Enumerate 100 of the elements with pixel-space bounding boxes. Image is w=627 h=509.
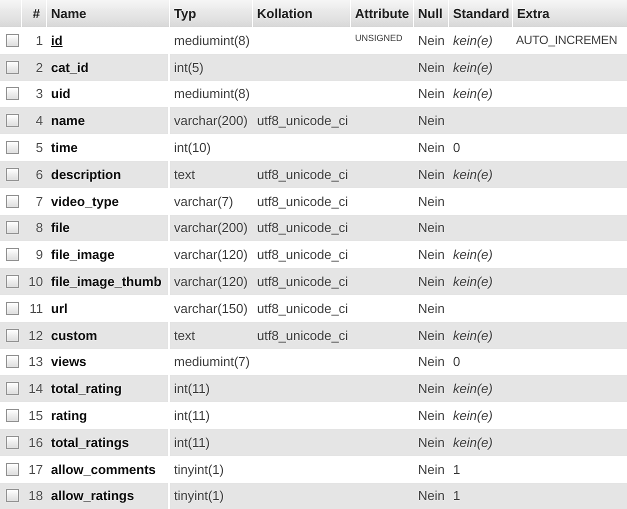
field-type: mediumint(8)	[174, 32, 250, 48]
row-number: 4	[36, 113, 43, 128]
field-name: name	[51, 113, 85, 128]
field-null: Nein	[418, 300, 445, 316]
field-default: kein(e)	[453, 60, 493, 75]
field-type: varchar(200)	[174, 220, 248, 236]
field-name: uid	[51, 86, 70, 102]
row-number: 16	[28, 434, 43, 450]
field-name: url	[51, 300, 68, 316]
field-null: Nein	[418, 60, 445, 75]
field-collation: utf8_unicode_ci	[257, 194, 348, 209]
row-checkbox[interactable]	[6, 436, 19, 449]
row-checkbox[interactable]	[6, 194, 19, 208]
row-checkbox[interactable]	[6, 168, 19, 181]
field-null: Nein	[418, 408, 445, 424]
field-name: file_image	[51, 247, 115, 262]
field-null: Nein	[418, 86, 445, 102]
field-type: text	[174, 328, 195, 343]
field-default: kein(e)	[453, 381, 493, 396]
row-checkbox[interactable]	[6, 221, 19, 234]
column-header[interactable]: Name	[47, 0, 170, 27]
field-name: cat_id	[51, 60, 89, 75]
field-null: Nein	[418, 140, 445, 156]
row-number: 17	[28, 462, 43, 477]
row-checkbox[interactable]	[6, 382, 19, 396]
field-null: Nein	[418, 113, 445, 128]
field-name: total_rating	[51, 381, 122, 396]
field-collation: utf8_unicode_ci	[257, 328, 348, 343]
field-type: mediumint(8)	[174, 86, 250, 102]
field-name: video_type	[51, 194, 119, 209]
field-type: varchar(7)	[174, 194, 234, 209]
field-collation: utf8_unicode_ci	[257, 274, 348, 290]
field-null: Nein	[418, 488, 445, 504]
field-default: 1	[453, 462, 460, 477]
column-header[interactable]: Typ	[170, 0, 253, 27]
row-checkbox[interactable]	[6, 489, 19, 502]
field-collation: utf8_unicode_ci	[257, 247, 348, 262]
field-default: kein(e)	[453, 247, 493, 262]
field-name: custom	[51, 328, 98, 343]
field-type: mediumint(7)	[174, 354, 250, 370]
column-header[interactable]: Kollation	[253, 0, 351, 27]
field-default: kein(e)	[453, 166, 493, 182]
row-checkbox[interactable]	[6, 355, 19, 368]
field-null: Nein	[418, 32, 445, 48]
column-header[interactable]: Null	[414, 0, 449, 27]
field-null: Nein	[418, 328, 445, 343]
column-header[interactable]: #	[22, 0, 47, 27]
field-default: 0	[453, 354, 460, 370]
row-checkbox[interactable]	[6, 462, 19, 476]
field-name: total_ratings	[51, 434, 130, 450]
field-type: varchar(150)	[174, 300, 248, 316]
row-checkbox[interactable]	[6, 328, 19, 342]
row-checkbox[interactable]	[6, 409, 19, 422]
field-default: kein(e)	[453, 434, 493, 450]
field-null: Nein	[418, 462, 445, 477]
column-header[interactable]: Attribute	[351, 0, 414, 27]
row-checkbox[interactable]	[6, 275, 19, 288]
field-name: description	[51, 166, 122, 182]
field-name: views	[51, 354, 86, 370]
field-attribute: UNSIGNED	[355, 33, 403, 43]
row-checkbox[interactable]	[6, 141, 19, 154]
row-checkbox[interactable]	[6, 87, 19, 100]
row-number: 7	[36, 194, 43, 209]
row-number: 10	[28, 274, 43, 290]
row-number: 1	[36, 32, 43, 48]
field-name: file_image_thumb	[51, 274, 162, 290]
row-number: 5	[36, 140, 43, 156]
field-type: varchar(120)	[174, 247, 248, 262]
column-header[interactable]: Extra	[513, 0, 627, 27]
row-number: 11	[30, 300, 43, 316]
field-null: Nein	[418, 247, 445, 262]
field-null: Nein	[418, 381, 445, 396]
row-number: 9	[36, 247, 43, 262]
row-checkbox[interactable]	[6, 302, 19, 315]
field-default: kein(e)	[453, 32, 493, 48]
field-collation: utf8_unicode_ci	[257, 166, 348, 182]
field-name: rating	[51, 408, 88, 424]
field-name: file	[51, 220, 70, 236]
field-name: allow_comments	[51, 462, 156, 477]
field-type: int(5)	[174, 60, 204, 75]
row-number: 6	[36, 166, 43, 182]
row-number: 13	[28, 354, 43, 370]
row-number: 15	[28, 408, 43, 424]
column-header[interactable]: Standard	[449, 0, 513, 27]
row-checkbox[interactable]	[6, 248, 19, 262]
row-number: 14	[28, 381, 43, 396]
row-checkbox[interactable]	[6, 114, 19, 128]
field-name: id	[51, 32, 63, 48]
row-number: 2	[36, 60, 43, 75]
field-default: kein(e)	[453, 274, 493, 290]
field-default: kein(e)	[453, 328, 493, 343]
field-default: 1	[453, 488, 460, 504]
field-type: int(11)	[174, 434, 210, 450]
field-collation: utf8_unicode_ci	[257, 300, 348, 316]
field-type: tinyint(1)	[174, 488, 224, 504]
row-checkbox[interactable]	[6, 34, 19, 47]
field-null: Nein	[418, 194, 445, 209]
field-null: Nein	[418, 434, 445, 450]
row-checkbox[interactable]	[6, 60, 19, 74]
field-type: varchar(200)	[174, 113, 248, 128]
